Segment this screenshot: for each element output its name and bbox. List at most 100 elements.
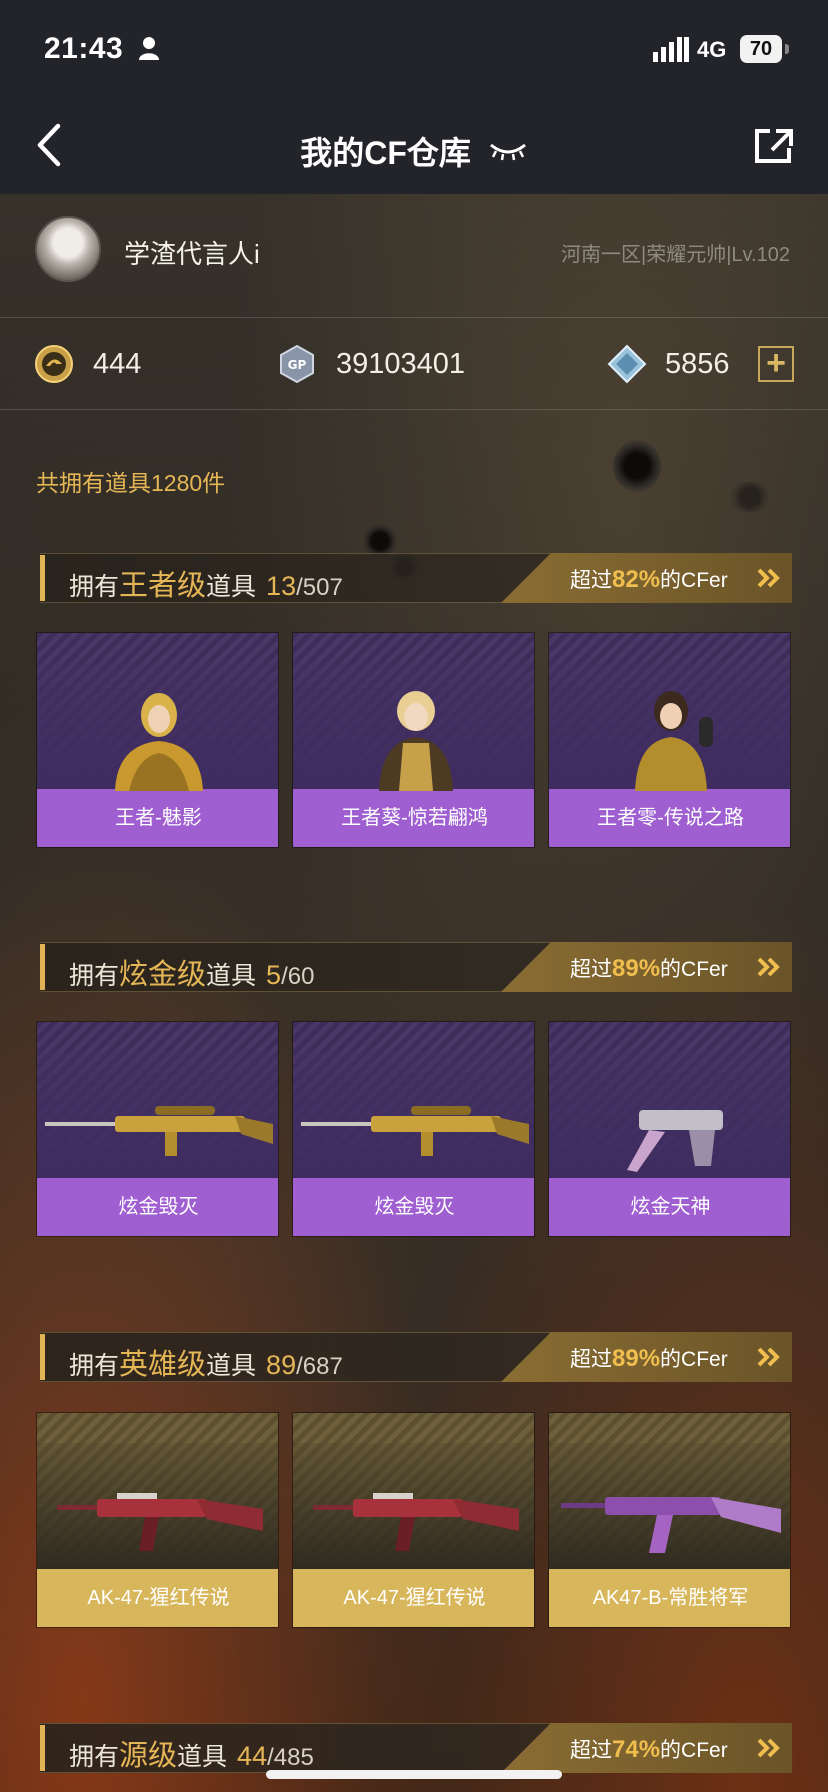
- section-owned-count: 89: [266, 1350, 297, 1380]
- diamond-icon: [607, 344, 647, 384]
- rank-suffix: 的CFer: [660, 1739, 728, 1762]
- section-owned-count: 13: [266, 571, 297, 601]
- section-total-count: /687: [296, 1353, 343, 1380]
- network-label: 4G: [697, 37, 727, 62]
- battery-indicator: 70: [740, 35, 782, 63]
- gp-badge-text: GP: [288, 358, 307, 372]
- plus-icon: +: [766, 344, 786, 382]
- sniper-rifle-icon: [45, 1106, 273, 1156]
- section-title: 拥有王者级道具 13/507: [69, 562, 343, 604]
- section-rank-text[interactable]: 超过74%的CFer: [570, 1734, 728, 1764]
- section-accent-bar: [40, 944, 45, 990]
- rank-suffix: 的CFer: [660, 569, 728, 592]
- cf-points-value: 444: [93, 348, 142, 380]
- item-name: 王者葵-惊若翩鸿: [293, 789, 534, 847]
- character-figure-icon: [379, 691, 453, 791]
- rank-prefix: 超过: [570, 958, 612, 981]
- top-bar: 21:43 4G 70 我的CF仓库: [0, 0, 828, 194]
- bullet-hole-decoration: [613, 440, 661, 492]
- total-items: 共拥有道具1280件: [36, 470, 226, 496]
- section-accent-bar: [40, 555, 45, 601]
- rank-suffix: 的CFer: [660, 1348, 728, 1371]
- gp-value: 39103401: [336, 348, 466, 380]
- person-icon: [139, 37, 159, 60]
- section-rank-text[interactable]: 超过82%的CFer: [570, 564, 728, 594]
- item-name: AK-47-猩红传说: [293, 1569, 534, 1627]
- character-figure-icon: [115, 693, 203, 791]
- item-card[interactable]: AK-47-猩红传说: [36, 1412, 279, 1628]
- section-tier: 炫金级: [119, 959, 207, 991]
- section-total-count: /507: [296, 574, 343, 601]
- item-name: AK-47-猩红传说: [37, 1569, 278, 1627]
- avatar[interactable]: [35, 216, 101, 282]
- section-total-count: /60: [281, 963, 315, 990]
- rank-suffix: 的CFer: [660, 958, 728, 981]
- section-accent-bar: [40, 1725, 45, 1771]
- status-time: 21:43: [44, 32, 124, 65]
- character-figure-icon: [635, 691, 713, 791]
- section-tier: 源级: [119, 1740, 178, 1772]
- signal-icon: [653, 37, 689, 62]
- rank-percent: 89%: [612, 955, 661, 982]
- section-prefix: 拥有: [69, 1352, 120, 1380]
- section-rank-text[interactable]: 超过89%的CFer: [570, 1343, 728, 1373]
- section-rank-text[interactable]: 超过89%的CFer: [570, 953, 728, 983]
- eye-closed-icon[interactable]: [488, 139, 528, 163]
- sniper-rifle-icon: [301, 1106, 529, 1156]
- section-prefix: 拥有: [69, 962, 120, 990]
- item-name: 炫金天神: [549, 1178, 790, 1236]
- rank-percent: 82%: [612, 566, 661, 593]
- section-accent-bar: [40, 1334, 45, 1380]
- diamond-value: 5856: [665, 348, 730, 380]
- share-icon[interactable]: [754, 128, 794, 164]
- double-chevron-right-icon[interactable]: [756, 957, 782, 977]
- battery-cap: [785, 44, 789, 54]
- item-name: 王者零-传说之路: [549, 789, 790, 847]
- item-card[interactable]: AK-47-猩红传说: [292, 1412, 535, 1628]
- section-tier: 英雄级: [119, 1349, 207, 1381]
- assault-rifle-icon: [561, 1497, 781, 1553]
- page-title-text: 我的CF仓库: [300, 135, 471, 171]
- item-card[interactable]: 炫金天神: [548, 1021, 791, 1237]
- rank-prefix: 超过: [570, 1739, 612, 1762]
- section-prefix: 拥有: [69, 1743, 120, 1771]
- section-tier: 王者级: [119, 570, 207, 602]
- assault-rifle-icon: [313, 1493, 519, 1551]
- rank-prefix: 超过: [570, 1348, 612, 1371]
- home-indicator[interactable]: [266, 1770, 562, 1779]
- section-prefix: 拥有: [69, 573, 120, 601]
- section-suffix: 道具: [206, 962, 257, 990]
- assault-rifle-icon: [57, 1493, 263, 1551]
- item-name: AK47-B-常胜将军: [549, 1569, 790, 1627]
- item-card[interactable]: 炫金毁灭: [292, 1021, 535, 1237]
- double-chevron-right-icon[interactable]: [756, 1347, 782, 1367]
- section-title: 拥有英雄级道具 89/687: [69, 1341, 343, 1383]
- section-suffix: 道具: [206, 1352, 257, 1380]
- pistol-icon: [627, 1110, 723, 1172]
- double-chevron-right-icon[interactable]: [756, 568, 782, 588]
- item-card[interactable]: 王者-魅影: [36, 632, 279, 848]
- currency-row: 444 GP 39103401 5856 +: [0, 318, 828, 410]
- item-card[interactable]: 王者零-传说之路: [548, 632, 791, 848]
- section-owned-count: 44: [237, 1741, 268, 1771]
- item-card[interactable]: AK47-B-常胜将军: [548, 1412, 791, 1628]
- add-diamond-button[interactable]: +: [758, 346, 794, 382]
- item-card[interactable]: 王者葵-惊若翩鸿: [292, 632, 535, 848]
- item-card[interactable]: 炫金毁灭: [36, 1021, 279, 1237]
- rank-percent: 74%: [612, 1736, 661, 1763]
- rank-prefix: 超过: [570, 569, 612, 592]
- gp-coin-icon: GP: [280, 344, 314, 384]
- cf-coin-icon: [35, 345, 73, 383]
- profile-row[interactable]: 学渣代言人i 河南一区|荣耀元帅|Lv.102: [0, 194, 828, 318]
- section-title: 拥有炫金级道具 5/60: [69, 951, 314, 993]
- section-owned-count: 5: [266, 960, 282, 990]
- rank-percent: 89%: [612, 1345, 661, 1372]
- server-info: 河南一区|荣耀元帅|Lv.102: [561, 244, 790, 266]
- section-total-count: /485: [267, 1744, 314, 1771]
- section-suffix: 道具: [177, 1743, 228, 1771]
- double-chevron-right-icon[interactable]: [756, 1738, 782, 1758]
- item-name: 炫金毁灭: [37, 1178, 278, 1236]
- nickname: 学渣代言人i: [124, 239, 260, 269]
- item-name: 炫金毁灭: [293, 1178, 534, 1236]
- item-name: 王者-魅影: [37, 789, 278, 847]
